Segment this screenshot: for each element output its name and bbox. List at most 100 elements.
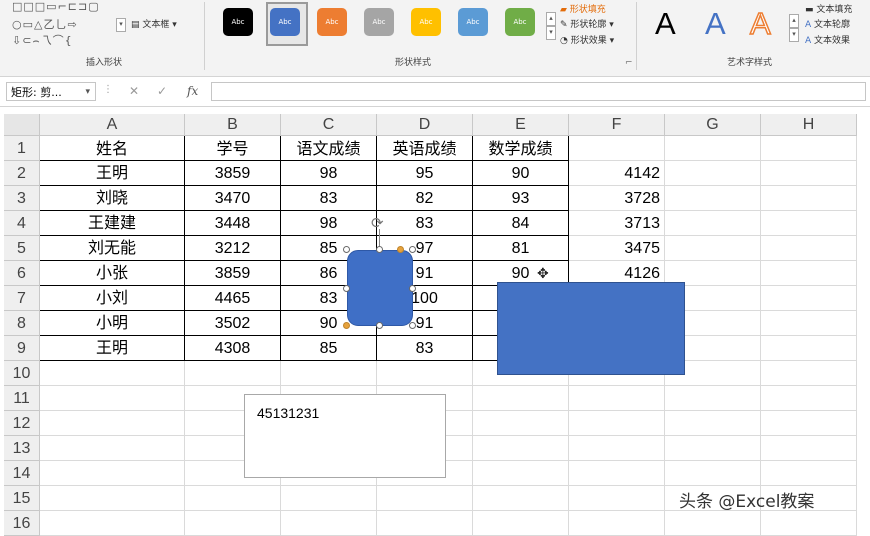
row-header-4[interactable]: 4 (4, 211, 40, 236)
text-box[interactable]: 45131231 (244, 394, 446, 478)
cell[interactable]: 姓名 (40, 136, 185, 161)
cell[interactable]: 81 (473, 236, 569, 261)
wordart-gallery-down[interactable]: ▾ (789, 28, 799, 42)
cell[interactable] (473, 511, 569, 536)
cell[interactable]: 王建建 (40, 211, 185, 236)
cell[interactable]: 学号 (185, 136, 281, 161)
row-header-6[interactable]: 6 (4, 261, 40, 286)
cell[interactable]: 82 (377, 186, 473, 211)
shapes-gallery-row-3[interactable]: ⇩⊂⌢乁⌒{ (12, 32, 73, 48)
cell[interactable] (665, 461, 761, 486)
cell[interactable] (569, 436, 665, 461)
column-header-g[interactable]: G (665, 114, 761, 136)
cell[interactable] (761, 361, 857, 386)
column-header-c[interactable]: C (281, 114, 377, 136)
formula-input[interactable] (211, 82, 866, 101)
cell[interactable]: 3212 (185, 236, 281, 261)
resize-handle-tl[interactable] (343, 246, 350, 253)
select-all-corner[interactable] (4, 114, 40, 136)
column-header-b[interactable]: B (185, 114, 281, 136)
cell[interactable] (665, 386, 761, 411)
cell[interactable] (569, 411, 665, 436)
row-header-10[interactable]: 10 (4, 361, 40, 386)
cell[interactable]: 98 (281, 211, 377, 236)
cell[interactable] (473, 461, 569, 486)
name-box[interactable]: 矩形: 剪... ▾ (6, 82, 96, 101)
text-effects-button[interactable]: A 文本效果 (805, 33, 850, 46)
cell[interactable]: 83 (377, 336, 473, 361)
cell[interactable]: 85 (281, 336, 377, 361)
cell[interactable] (761, 311, 857, 336)
shape-style-swatch[interactable]: Abc (505, 8, 535, 36)
cell[interactable] (569, 486, 665, 511)
cell[interactable]: 4308 (185, 336, 281, 361)
shape-fill-button[interactable]: ▰ 形状填充 (560, 2, 606, 15)
insert-function-icon[interactable]: fx (187, 84, 198, 98)
column-header-f[interactable]: F (569, 114, 665, 136)
cell[interactable]: 3475 (569, 236, 665, 261)
cell[interactable]: 3470 (185, 186, 281, 211)
cell[interactable] (473, 436, 569, 461)
row-header-1[interactable]: 1 (4, 136, 40, 161)
cell[interactable] (761, 161, 857, 186)
cell[interactable]: 刘无能 (40, 236, 185, 261)
style-gallery-up[interactable]: ▴ (546, 12, 556, 26)
cell[interactable] (665, 211, 761, 236)
cell[interactable] (281, 511, 377, 536)
row-header-15[interactable]: 15 (4, 486, 40, 511)
cell[interactable]: 小刘 (40, 286, 185, 311)
cell[interactable] (761, 411, 857, 436)
column-header-a[interactable]: A (40, 114, 185, 136)
row-header-14[interactable]: 14 (4, 461, 40, 486)
cell[interactable]: 小明 (40, 311, 185, 336)
shapes-gallery-row-1[interactable]: □□□▭⌐⊏⊐▢ (12, 0, 100, 13)
cell[interactable] (473, 486, 569, 511)
cell[interactable] (761, 136, 857, 161)
cell[interactable]: 93 (473, 186, 569, 211)
cell[interactable] (185, 361, 281, 386)
cell[interactable] (761, 436, 857, 461)
cell[interactable] (569, 136, 665, 161)
adjust-handle-top[interactable] (397, 246, 404, 253)
row-header-16[interactable]: 16 (4, 511, 40, 536)
resize-handle-bottom[interactable] (376, 322, 383, 329)
cell[interactable] (569, 461, 665, 486)
cell[interactable] (761, 461, 857, 486)
enter-icon[interactable]: ✓ (157, 84, 167, 98)
cell[interactable] (569, 386, 665, 411)
rotate-icon[interactable]: ⟳ (371, 214, 384, 232)
style-gallery-down[interactable]: ▾ (546, 26, 556, 40)
cell[interactable]: 数学成绩 (473, 136, 569, 161)
shape-style-swatch[interactable]: Abc (458, 8, 488, 36)
cell[interactable]: 语文成绩 (281, 136, 377, 161)
cell[interactable]: 83 (377, 211, 473, 236)
shape-style-swatch[interactable]: Abc (270, 8, 300, 36)
textbox-button[interactable]: ▤ 文本框 ▾ (131, 17, 177, 30)
cell[interactable]: 小张 (40, 261, 185, 286)
shape-style-swatch[interactable]: Abc (317, 8, 347, 36)
cell[interactable]: 90 (473, 161, 569, 186)
text-outline-button[interactable]: A 文本轮廓 (805, 17, 850, 30)
cell[interactable] (761, 236, 857, 261)
column-header-h[interactable]: H (761, 114, 857, 136)
cell[interactable] (281, 486, 377, 511)
cell[interactable] (665, 136, 761, 161)
cell[interactable] (761, 261, 857, 286)
cell[interactable] (761, 386, 857, 411)
chevron-down-icon[interactable]: ▾ (85, 83, 90, 102)
cancel-icon[interactable]: ✕ (129, 84, 139, 98)
selected-snip-rectangle-shape[interactable] (347, 250, 413, 326)
cell[interactable] (281, 361, 377, 386)
wordart-orange-outline[interactable]: A (749, 5, 771, 42)
cell[interactable] (761, 336, 857, 361)
wordart-blue[interactable]: A (705, 6, 726, 42)
resize-handle-tr[interactable] (409, 246, 416, 253)
cell[interactable]: 3448 (185, 211, 281, 236)
cell[interactable] (377, 361, 473, 386)
cell[interactable] (665, 436, 761, 461)
row-header-7[interactable]: 7 (4, 286, 40, 311)
cell[interactable]: 刘晓 (40, 186, 185, 211)
cell[interactable]: 3859 (185, 161, 281, 186)
resize-handle-left[interactable] (343, 285, 350, 292)
cell[interactable] (185, 511, 281, 536)
